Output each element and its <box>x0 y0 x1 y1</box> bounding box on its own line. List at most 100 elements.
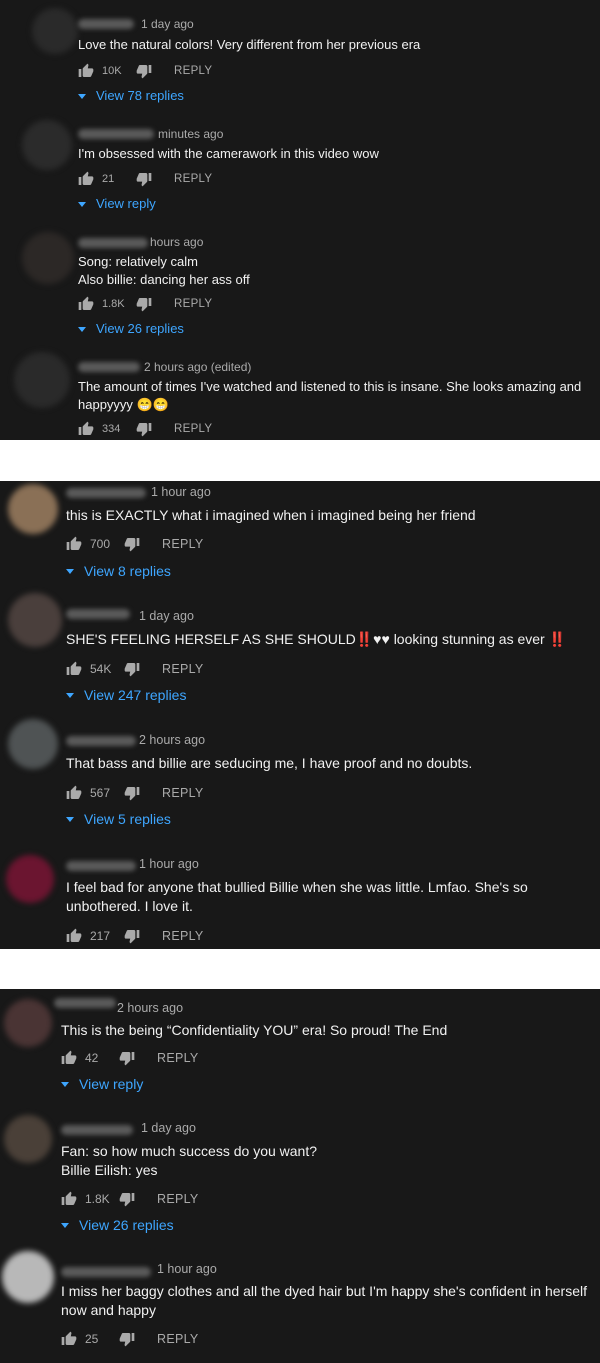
comment-text: The amount of times I've watched and lis… <box>78 378 581 414</box>
comment-timestamp[interactable]: 1 hour ago <box>157 1262 217 1276</box>
thumbs-up-icon[interactable] <box>61 1331 77 1347</box>
reply-button[interactable]: REPLY <box>174 423 212 435</box>
reply-button[interactable]: REPLY <box>174 173 212 185</box>
thumbs-up-icon[interactable] <box>78 171 94 187</box>
reply-button[interactable]: REPLY <box>157 1192 199 1206</box>
comment-timestamp[interactable]: 2 hours ago <box>117 1001 183 1015</box>
like-count: 567 <box>90 786 111 800</box>
thumbs-down-icon[interactable] <box>124 785 140 801</box>
comment-timestamp[interactable]: 1 day ago <box>141 1121 196 1135</box>
view-replies-button[interactable]: View reply <box>61 1076 143 1092</box>
avatar[interactable] <box>22 232 74 284</box>
author-name[interactable] <box>66 609 130 619</box>
thumbs-up-icon[interactable] <box>78 296 94 312</box>
author-name[interactable] <box>61 1125 133 1135</box>
avatar[interactable] <box>32 8 78 54</box>
comment-timestamp[interactable]: 1 hour ago <box>151 485 211 499</box>
comment-timestamp[interactable]: 1 hour ago <box>139 857 199 871</box>
view-replies-label: View reply <box>79 1076 144 1092</box>
thumbs-down-icon[interactable] <box>136 421 152 437</box>
view-replies-label: View 78 replies <box>96 88 184 103</box>
thumbs-up-icon[interactable] <box>78 421 94 437</box>
reply-button[interactable]: REPLY <box>157 1332 199 1346</box>
comment-timestamp[interactable]: 2 hours ago (edited) <box>144 360 251 374</box>
thumbs-down-icon[interactable] <box>136 63 152 79</box>
avatar[interactable] <box>6 855 54 903</box>
comment-text: This is the being “Confidentiality YOU” … <box>61 1021 447 1040</box>
avatar[interactable] <box>14 352 70 408</box>
author-name[interactable] <box>78 362 140 372</box>
thumbs-down-icon[interactable] <box>119 1050 135 1066</box>
thumbs-down-icon[interactable] <box>119 1191 135 1207</box>
avatar[interactable] <box>22 120 72 170</box>
thumbs-up-icon[interactable] <box>66 661 82 677</box>
reply-button[interactable]: REPLY <box>162 786 204 800</box>
view-replies-button[interactable]: View 78 replies <box>78 88 184 103</box>
thumbs-down-icon[interactable] <box>124 928 140 944</box>
comment-timestamp[interactable]: 2 hours ago <box>139 733 205 747</box>
comment-text: Song: relatively calm Also billie: danci… <box>78 253 250 289</box>
avatar[interactable] <box>8 593 62 647</box>
avatar[interactable] <box>4 1115 52 1163</box>
thumbs-down-icon[interactable] <box>124 536 140 552</box>
author-name[interactable] <box>54 998 116 1008</box>
comment-actions: 42 REPLY <box>61 1048 199 1068</box>
author-name[interactable] <box>78 238 148 248</box>
author-name[interactable] <box>78 129 154 139</box>
like-count: 700 <box>90 537 111 551</box>
view-replies-label: View 8 replies <box>84 563 171 579</box>
author-name[interactable] <box>66 488 146 498</box>
author-name[interactable] <box>61 1267 151 1277</box>
comment-text-line: SHE'S FEELING HERSELF AS SHE SHOULD‼️♥♥ … <box>66 631 567 647</box>
view-replies-button[interactable]: View 26 replies <box>61 1217 174 1233</box>
reply-button[interactable]: REPLY <box>162 662 204 676</box>
thumbs-up-icon[interactable] <box>61 1191 77 1207</box>
comment-timestamp[interactable]: hours ago <box>150 235 203 249</box>
comment-actions: 25 REPLY <box>61 1329 199 1349</box>
thumbs-down-icon[interactable] <box>136 171 152 187</box>
thumbs-up-icon[interactable] <box>66 785 82 801</box>
thumbs-down-icon[interactable] <box>124 661 140 677</box>
avatar[interactable] <box>8 484 58 534</box>
comment-text: I feel bad for anyone that bullied Billi… <box>66 878 528 916</box>
comment-text-line: Billie Eilish: yes <box>61 1162 158 1178</box>
thumbs-up-icon[interactable] <box>66 536 82 552</box>
thumbs-up-icon[interactable] <box>61 1050 77 1066</box>
reply-button[interactable]: REPLY <box>162 537 204 551</box>
caret-down-icon <box>61 1223 69 1228</box>
thumbs-up-icon[interactable] <box>78 63 94 79</box>
like-count: 334 <box>102 423 121 435</box>
comment-text: this is EXACTLY what i imagined when i i… <box>66 506 476 525</box>
avatar[interactable] <box>4 999 52 1047</box>
author-name[interactable] <box>66 861 136 871</box>
reply-button[interactable]: REPLY <box>162 929 204 943</box>
view-replies-button[interactable]: View 5 replies <box>66 811 171 827</box>
like-count: 42 <box>85 1051 99 1065</box>
view-replies-button[interactable]: View 26 replies <box>78 321 184 336</box>
reply-button[interactable]: REPLY <box>174 298 212 310</box>
view-replies-button[interactable]: View 247 replies <box>66 687 186 703</box>
comments-panel-1: 1 day ago Love the natural colors! Very … <box>0 0 600 440</box>
avatar[interactable] <box>8 719 58 769</box>
caret-down-icon <box>66 817 74 822</box>
comment-timestamp[interactable]: 1 day ago <box>139 609 194 623</box>
reply-button[interactable]: REPLY <box>157 1051 199 1065</box>
like-count: 1.8K <box>102 298 125 310</box>
comment-text-line: This is the being “Confidentiality YOU” … <box>61 1022 448 1038</box>
thumbs-down-icon[interactable] <box>136 296 152 312</box>
like-count: 217 <box>90 929 111 943</box>
avatar[interactable] <box>2 1251 54 1303</box>
view-replies-label: View 247 replies <box>84 687 187 703</box>
caret-down-icon <box>61 1082 69 1087</box>
author-name[interactable] <box>66 736 136 746</box>
reply-button[interactable]: REPLY <box>174 65 212 77</box>
thumbs-down-icon[interactable] <box>119 1331 135 1347</box>
caret-down-icon <box>78 93 86 99</box>
author-name[interactable] <box>78 19 134 29</box>
view-replies-button[interactable]: View reply <box>78 196 156 211</box>
comment-actions: 700 REPLY <box>66 534 204 554</box>
thumbs-up-icon[interactable] <box>66 928 82 944</box>
comment-timestamp[interactable]: 1 day ago <box>141 17 194 31</box>
comment-timestamp[interactable]: minutes ago <box>158 127 223 141</box>
view-replies-button[interactable]: View 8 replies <box>66 563 171 579</box>
